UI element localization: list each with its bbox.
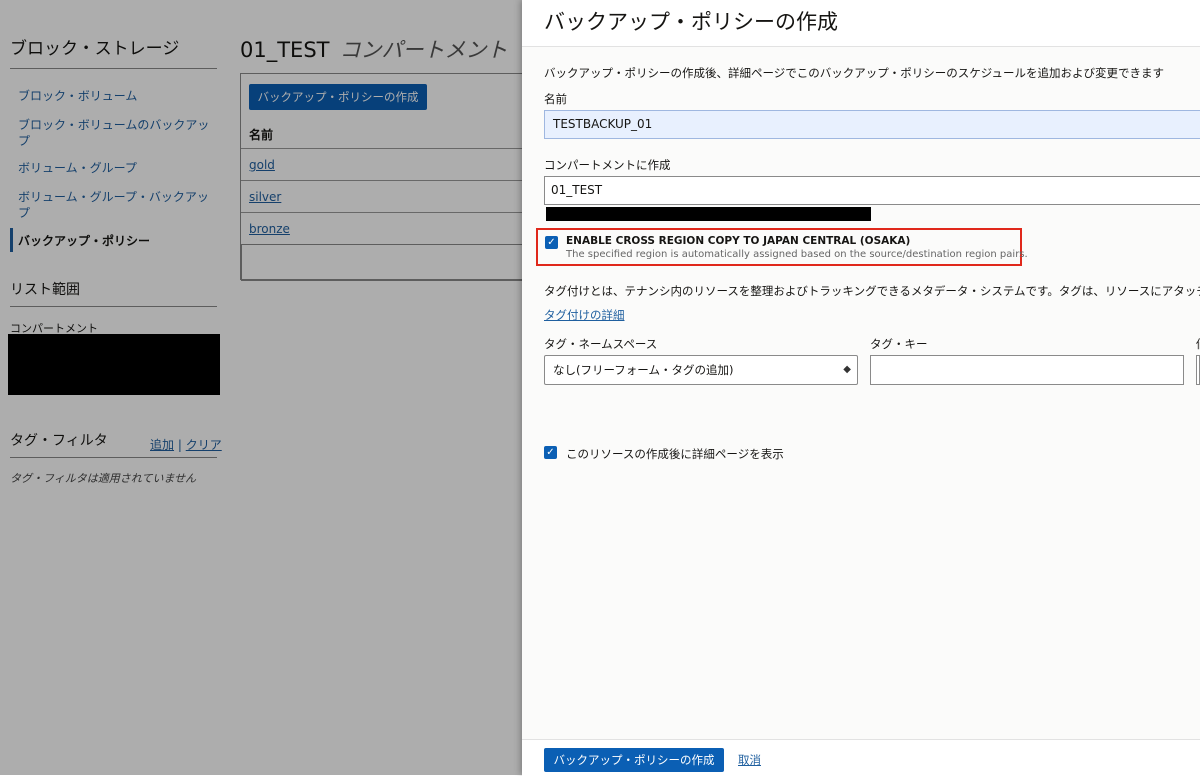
redacted-compartment-path bbox=[546, 207, 871, 221]
name-label: 名前 bbox=[544, 92, 567, 106]
cross-region-copy-checkbox[interactable]: ✓ bbox=[545, 236, 558, 249]
tag-namespace-label: タグ・ネームスペース bbox=[544, 337, 658, 351]
tag-details-link[interactable]: タグ付けの詳細 bbox=[544, 307, 625, 323]
tag-key-label: タグ・キー bbox=[870, 337, 928, 351]
tag-value-label: 値 bbox=[1196, 336, 1200, 352]
name-input[interactable]: TESTBACKUP_01 bbox=[544, 110, 1200, 139]
cross-region-copy-help: The specified region is automatically as… bbox=[566, 249, 1028, 260]
tag-namespace-select[interactable]: なし(フリーフォーム・タグの追加) ◆ bbox=[544, 355, 858, 385]
select-arrows-icon: ◆ bbox=[843, 364, 851, 375]
highlight-box bbox=[536, 228, 1022, 266]
compartment-select[interactable]: 01_TEST bbox=[544, 176, 1200, 205]
submit-create-button[interactable]: バックアップ・ポリシーの作成 bbox=[544, 748, 724, 772]
panel-description: バックアップ・ポリシーの作成後、詳細ページでこのバックアップ・ポリシーのスケジュ… bbox=[544, 66, 1164, 80]
show-details-label: このリソースの作成後に詳細ページを表示 bbox=[566, 447, 784, 461]
cancel-link[interactable]: 取消 bbox=[738, 752, 761, 768]
checkmark-icon: ✓ bbox=[546, 447, 555, 458]
tag-namespace-value: なし(フリーフォーム・タグの追加) bbox=[553, 363, 734, 377]
tag-value-input[interactable] bbox=[1196, 355, 1200, 385]
create-backup-policy-panel: バックアップ・ポリシーの作成 バックアップ・ポリシーの作成後、詳細ページでこのバ… bbox=[522, 0, 1200, 776]
cross-region-prefix: ENABLE CROSS REGION COPY TO bbox=[566, 235, 764, 247]
cross-region-copy-label: ENABLE CROSS REGION COPY TO JAPAN CENTRA… bbox=[566, 235, 910, 247]
modal-overlay[interactable] bbox=[0, 0, 522, 775]
panel-header: バックアップ・ポリシーの作成 bbox=[522, 0, 1200, 47]
panel-body bbox=[522, 47, 1200, 739]
panel-title: バックアップ・ポリシーの作成 bbox=[544, 10, 838, 34]
cross-region-name: JAPAN CENTRAL (OSAKA) bbox=[763, 235, 911, 247]
panel-footer: バックアップ・ポリシーの作成 取消 bbox=[522, 739, 1200, 776]
checkmark-icon: ✓ bbox=[547, 237, 556, 248]
tag-description: タグ付けとは、テナンシ内のリソースを整理およびトラッキングできるメタデータ・シス… bbox=[544, 284, 1200, 298]
show-details-checkbox[interactable]: ✓ bbox=[544, 446, 557, 459]
tag-key-input[interactable] bbox=[870, 355, 1184, 385]
compartment-label: コンパートメントに作成 bbox=[544, 158, 671, 172]
